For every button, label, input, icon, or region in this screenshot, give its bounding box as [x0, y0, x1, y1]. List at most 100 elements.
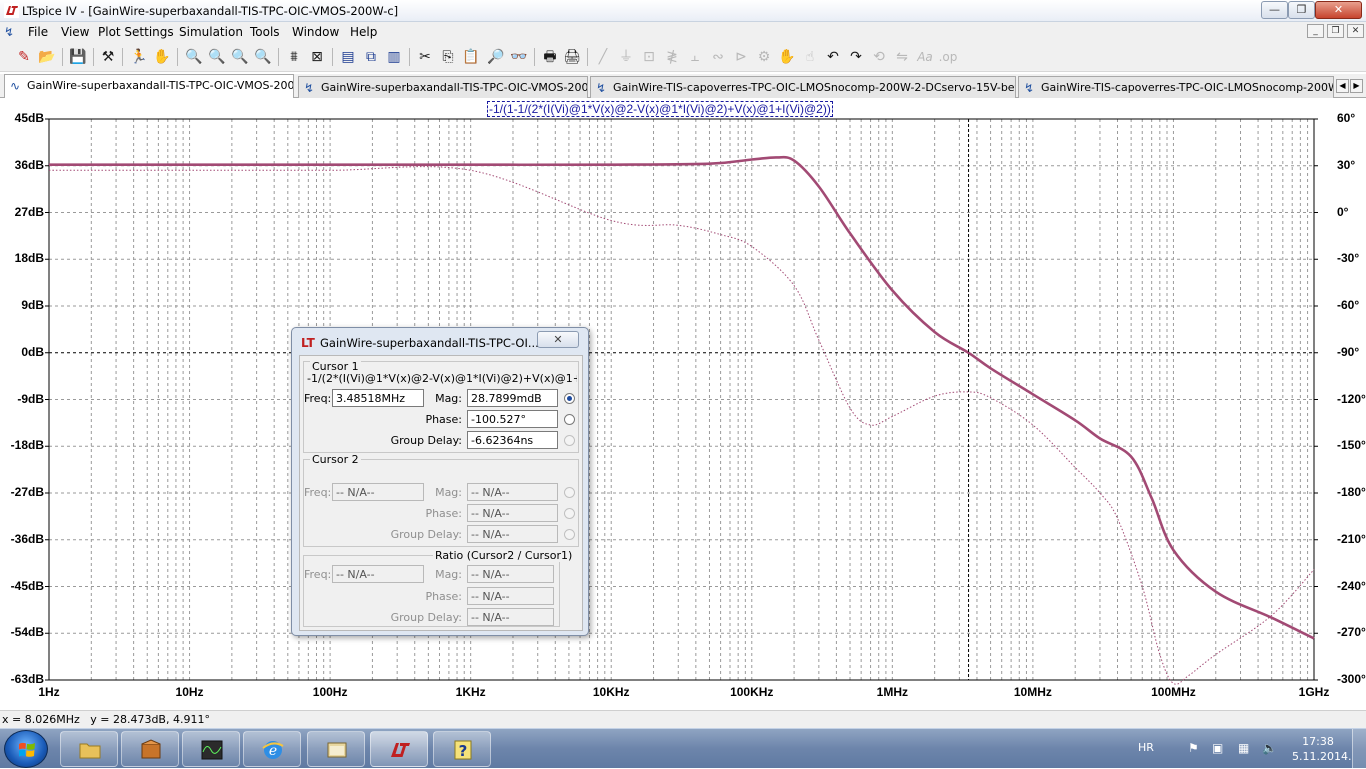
maximize-button[interactable]: ❐ — [1288, 1, 1315, 19]
print-icon[interactable]: 🖨 — [562, 47, 582, 67]
binoculars-icon[interactable]: 👓 — [509, 47, 529, 67]
cursor1-group-delay-radio[interactable] — [564, 435, 575, 446]
cursor1-freq-field[interactable]: 3.48518MHz — [332, 389, 424, 407]
taskbar-window[interactable] — [307, 731, 365, 767]
cascade-icon[interactable]: ⧉ — [361, 47, 381, 67]
inductor-icon[interactable]: ∾ — [708, 47, 728, 67]
wire-icon[interactable]: ╱ — [593, 47, 613, 67]
autorange-icon[interactable]: ⩩ — [284, 47, 304, 67]
mdi-restore-button[interactable]: ❐ — [1327, 24, 1344, 38]
show-desktop-button[interactable] — [1352, 729, 1366, 769]
tile-horizontal-icon[interactable]: ▤ — [338, 47, 358, 67]
menu-file[interactable]: File — [28, 25, 48, 39]
menu-window[interactable]: Window — [292, 25, 339, 39]
toolbar-separator — [93, 48, 94, 66]
print-preview-icon[interactable]: 🖶 — [540, 47, 560, 67]
cursor2-label: Cursor 2 — [310, 453, 361, 466]
new-schematic-icon[interactable]: ✎ — [14, 47, 34, 67]
volume-icon[interactable]: 🔈 — [1262, 741, 1277, 755]
cursor1-mag-field[interactable]: 28.7899mdB — [467, 389, 558, 407]
pan-icon[interactable]: 🔍 — [207, 47, 227, 67]
axis-labels: 45dB 36dB 27dB 18dB 9dB 0dB -9dB -18dB -27dB -36d… — [0, 98, 1366, 710]
text-icon[interactable]: Aa — [915, 47, 935, 67]
mdi-close-button[interactable]: ✕ — [1347, 24, 1364, 38]
system-clock[interactable]: 17:38 5.11.2014. — [1292, 734, 1351, 764]
tile-vertical-icon[interactable]: ▥ — [384, 47, 404, 67]
schematic-tab-icon: ↯ — [304, 81, 315, 95]
copy-icon[interactable]: ⎘ — [438, 47, 458, 67]
spice-directive-icon[interactable]: .op — [938, 47, 958, 67]
taskbar-scope[interactable] — [182, 731, 240, 767]
undo-icon[interactable]: ↶ — [823, 47, 843, 67]
component-icon[interactable]: ⚙ — [754, 47, 774, 67]
ltspice-logo-icon — [391, 743, 410, 757]
cursor1-phase-field[interactable]: -100.527° — [467, 410, 558, 428]
menu-simulation[interactable]: Simulation — [179, 25, 243, 39]
cursor1-phase-radio[interactable] — [564, 414, 575, 425]
taskbar-ltspice[interactable] — [370, 731, 428, 767]
mirror-icon[interactable]: ⇋ — [892, 47, 912, 67]
zoom-in-icon[interactable]: 🔍 — [184, 47, 204, 67]
tab-schematic-2[interactable]: ↯ GainWire-TIS-capoverres-TPC-OIC-LMOSno… — [590, 76, 1016, 98]
cursor2-phase-radio — [564, 508, 575, 519]
ratio-mag-field: -- N/A-- — [467, 565, 554, 583]
minimize-button[interactable]: — — [1261, 1, 1288, 19]
zoom-out-icon[interactable]: 🔍 — [230, 47, 250, 67]
taskbar-help[interactable]: ? — [433, 731, 491, 767]
input-language[interactable]: HR — [1138, 741, 1154, 754]
y2-tick-label: -210° — [1337, 531, 1366, 546]
menu-tools[interactable]: Tools — [250, 25, 280, 39]
cursor-dialog[interactable]: LT GainWire-superbaxandall-TIS-TPC-OI...… — [291, 327, 589, 636]
resistor-icon[interactable]: ≹ — [662, 47, 682, 67]
rotate-icon[interactable]: ⟲ — [869, 47, 889, 67]
redo-icon[interactable]: ↷ — [846, 47, 866, 67]
save-icon[interactable]: 💾 — [68, 47, 88, 67]
halt-icon[interactable]: ✋ — [152, 47, 172, 67]
y-tick-label: -54dB — [10, 625, 44, 640]
cursor1-group-delay-field[interactable]: -6.62364ns — [467, 431, 558, 449]
tab-schematic-1[interactable]: ↯ GainWire-superbaxandall-TIS-TPC-OIC-VM… — [298, 76, 588, 98]
taskbar-ie[interactable]: e — [243, 731, 301, 767]
y2-tick-label: 0° — [1337, 204, 1349, 219]
freq-label: Freq: — [304, 568, 332, 581]
drag-icon[interactable]: ☝ — [800, 47, 820, 67]
cursor1-mag-radio[interactable] — [564, 393, 575, 404]
delete-trace-icon[interactable]: ⊠ — [307, 47, 327, 67]
tab-scroll-right-button[interactable]: ▶ — [1350, 79, 1363, 93]
flag-icon[interactable]: ⚑ — [1188, 741, 1199, 755]
cut-icon[interactable]: ✂ — [415, 47, 435, 67]
tab-schematic-3[interactable]: ↯ GainWire-TIS-capoverres-TPC-OIC-LMOSno… — [1018, 76, 1334, 98]
tab-scroll-left-button[interactable]: ◀ — [1336, 79, 1349, 93]
move-icon[interactable]: ✋ — [777, 47, 797, 67]
doc-icon[interactable]: ↯ — [4, 25, 14, 39]
device-icon[interactable]: ▣ — [1212, 741, 1223, 755]
open-icon[interactable]: 📂 — [37, 47, 57, 67]
tab-plot-active[interactable]: ∿ GainWire-superbaxandall-TIS-TPC-OIC-VM… — [4, 74, 294, 99]
menu-view[interactable]: View — [61, 25, 89, 39]
y-tick-label: 45dB — [14, 111, 44, 125]
label-icon[interactable]: ⊡ — [639, 47, 659, 67]
close-button[interactable]: ✕ — [1315, 1, 1362, 19]
dialog-close-button[interactable]: ✕ — [537, 331, 579, 348]
control-panel-icon[interactable]: ⚒ — [98, 47, 118, 67]
x-tick-label: 1GHz — [1298, 685, 1330, 699]
taskbar-package[interactable] — [121, 731, 179, 767]
find-icon[interactable]: 🔎 — [486, 47, 506, 67]
menu-plot-settings[interactable]: Plot Settings — [98, 25, 174, 39]
menu-help[interactable]: Help — [350, 25, 377, 39]
paste-icon[interactable]: 📋 — [461, 47, 481, 67]
trace-expression-label[interactable]: -1/(1-1/(2*(I(Vi)@1*V(x)@2-V(x)@1*I(Vi)@… — [487, 101, 833, 117]
network-icon[interactable]: ▦ — [1238, 741, 1249, 755]
start-button[interactable] — [4, 730, 48, 768]
ground-icon[interactable]: ⏚ — [616, 47, 636, 67]
taskbar-explorer[interactable] — [60, 731, 118, 767]
x-tick-label: 10Hz — [175, 685, 204, 699]
zoom-fit-icon[interactable]: 🔍 — [253, 47, 273, 67]
capacitor-icon[interactable]: ⫠ — [685, 47, 705, 67]
phase-label: Phase: — [425, 507, 462, 520]
y-tick-label: -63dB — [10, 672, 44, 686]
diode-icon[interactable]: ⊳ — [731, 47, 751, 67]
mdi-minimize-button[interactable]: _ — [1307, 24, 1324, 38]
run-icon[interactable]: 🏃 — [129, 47, 149, 67]
plot-pane[interactable]: 45dB 36dB 27dB 18dB 9dB 0dB -9dB -18dB -27dB -36d… — [0, 98, 1366, 710]
